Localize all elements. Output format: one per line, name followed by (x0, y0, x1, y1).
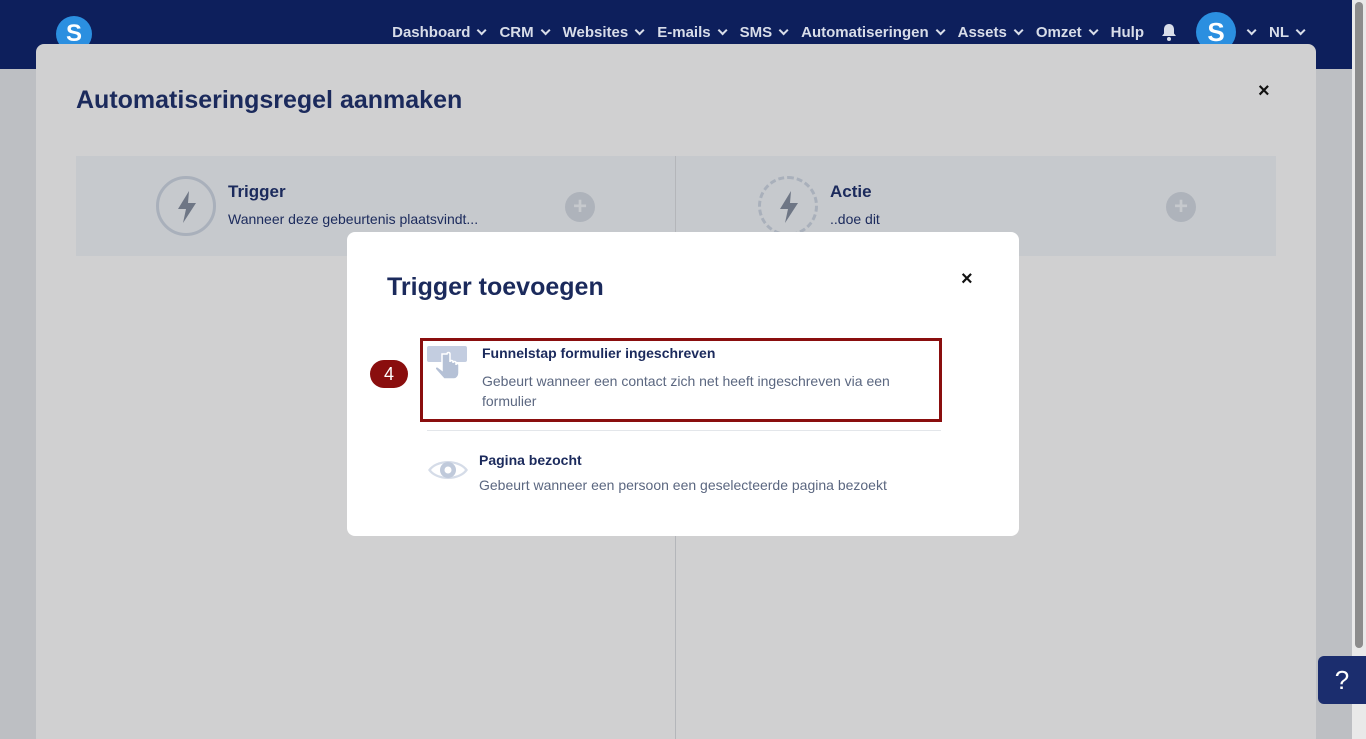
option-description: Gebeurt wanneer een persoon een geselect… (479, 477, 887, 493)
option-divider (427, 430, 941, 431)
add-trigger-button[interactable]: + (565, 192, 595, 222)
nav-item-label: Dashboard (392, 23, 471, 41)
action-panel-title: Actie (830, 182, 872, 201)
nav-item-label: E-mails (657, 23, 711, 41)
nav-item-websites[interactable]: Websites (562, 23, 645, 41)
add-trigger-modal: Trigger toevoegen × 4 Funnelstap formuli… (347, 232, 1019, 536)
lightning-icon (156, 176, 216, 236)
scrollbar[interactable] (1352, 0, 1366, 739)
hand-pointer-icon (427, 344, 469, 384)
nav-item-automatiseringen[interactable]: Automatiseringen (801, 23, 946, 41)
nav-item-label: Hulp (1110, 23, 1144, 41)
trigger-panel-title: Trigger (228, 182, 286, 201)
chevron-down-icon (717, 24, 728, 35)
modal-title: Trigger toevoegen (387, 273, 604, 301)
option-title: Funnelstap formulier ingeschreven (482, 345, 716, 361)
option-title: Pagina bezocht (479, 452, 582, 468)
add-action-button[interactable]: + (1166, 192, 1196, 222)
scrollbar-thumb[interactable] (1355, 2, 1363, 648)
chevron-down-icon[interactable] (1246, 24, 1257, 35)
lightning-cycle-icon (758, 176, 818, 236)
nav-item-crm[interactable]: CRM (499, 23, 551, 41)
language-selector[interactable]: NL (1269, 23, 1306, 41)
eye-icon (427, 450, 469, 490)
chevron-down-icon (1088, 24, 1099, 35)
trigger-panel-subtitle: Wanneer deze gebeurtenis plaatsvindt... (228, 211, 479, 227)
nav-item-assets[interactable]: Assets (957, 23, 1024, 41)
step-badge: 4 (370, 360, 408, 388)
close-icon[interactable]: × (1258, 80, 1270, 103)
action-panel-subtitle: ..doe dit (830, 211, 880, 227)
trigger-option-funnel-form[interactable]: Funnelstap formulier ingeschreven Gebeur… (420, 338, 942, 422)
bell-icon[interactable] (1160, 23, 1178, 41)
option-description: Gebeurt wanneer een contact zich net hee… (482, 373, 890, 409)
nav-item-label: SMS (739, 23, 773, 41)
nav-item-label: Automatiseringen (801, 23, 929, 41)
chevron-down-icon (1295, 24, 1306, 35)
nav-item-omzet[interactable]: Omzet (1035, 23, 1099, 41)
chevron-down-icon (1013, 24, 1024, 35)
chevron-down-icon (935, 24, 946, 35)
nav-item-label: Websites (562, 23, 629, 41)
help-button[interactable]: ? (1318, 656, 1366, 704)
close-icon[interactable]: × (961, 268, 973, 291)
language-label: NL (1269, 23, 1289, 41)
modal-title: Automatiseringsregel aanmaken (76, 86, 463, 114)
chevron-down-icon (778, 24, 789, 35)
chevron-down-icon (540, 24, 551, 35)
chevron-down-icon (634, 24, 645, 35)
nav-item-hulp[interactable]: Hulp (1111, 24, 1144, 41)
nav-item-label: Assets (957, 23, 1007, 41)
trigger-option-page-visited[interactable]: Pagina bezocht Gebeurt wanneer een perso… (420, 446, 942, 506)
chevron-down-icon (477, 24, 488, 35)
nav-item-label: CRM (499, 23, 534, 41)
nav-item-sms[interactable]: SMS (739, 23, 789, 41)
nav-item-label: Omzet (1035, 23, 1082, 41)
nav-item-dashboard[interactable]: Dashboard (392, 23, 488, 41)
nav-item-emails[interactable]: E-mails (657, 23, 728, 41)
